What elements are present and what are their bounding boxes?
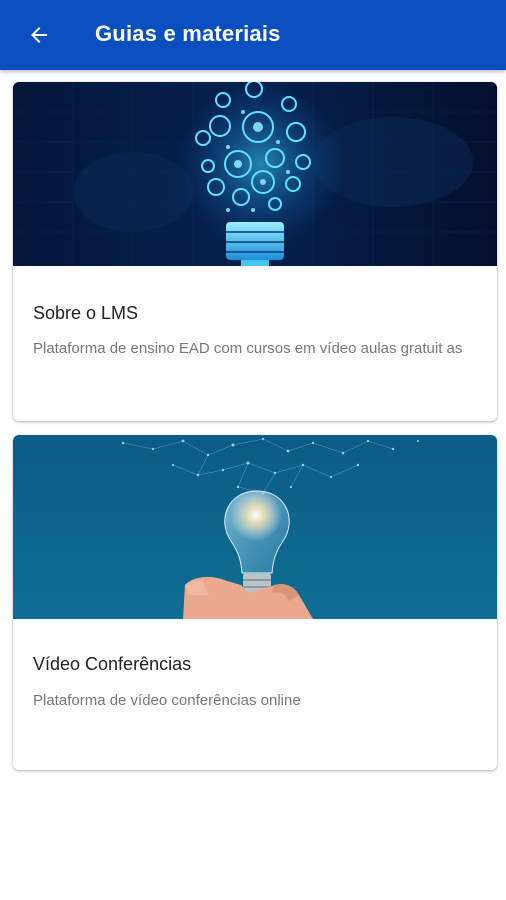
card-title: Sobre o LMS bbox=[33, 303, 139, 323]
card-title: Vídeo Conferências bbox=[33, 654, 192, 674]
page-title: Guias e materiais bbox=[95, 21, 281, 46]
card-description: Plataforma de vídeo conferências online bbox=[33, 692, 301, 709]
arrow-left-icon bbox=[31, 27, 47, 43]
lightbulb-network-image bbox=[13, 82, 497, 266]
app-bar: Guias e materiais bbox=[0, 0, 506, 70]
hand-lightbulb-image bbox=[13, 435, 497, 619]
back-button[interactable] bbox=[22, 18, 56, 52]
card-sobre-lms[interactable]: Sobre o LMS Plataforma de ensino EAD com… bbox=[13, 82, 497, 421]
card-video-conferencias[interactable]: Vídeo Conferências Plataforma de vídeo c… bbox=[13, 435, 497, 770]
card-description: Plataforma de ensino EAD com cursos em v… bbox=[33, 340, 463, 357]
